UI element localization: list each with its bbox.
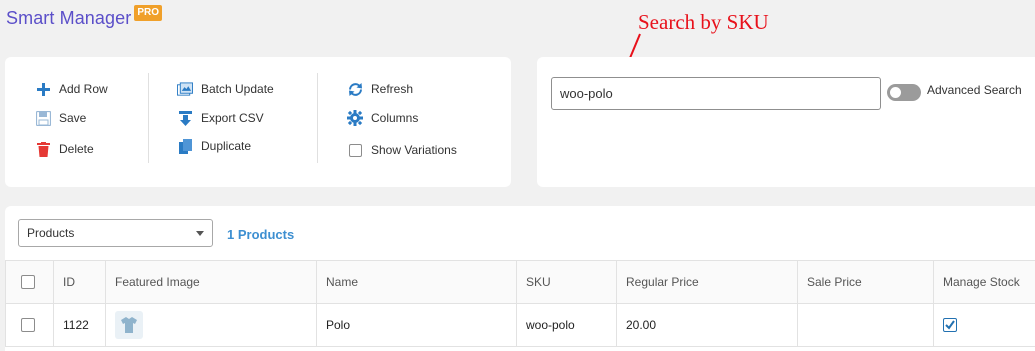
- export-csv-label: Export CSV: [201, 111, 264, 125]
- column-header-sku[interactable]: SKU: [516, 260, 617, 304]
- toolbar-panel: Add Row Save Delete Batch Update Export …: [5, 57, 511, 187]
- add-row-button[interactable]: Add Row: [35, 81, 108, 97]
- pro-badge: PRO: [134, 5, 163, 21]
- columns-label: Columns: [371, 111, 419, 125]
- duplicate-label: Duplicate: [201, 139, 252, 153]
- advanced-search-label: Advanced Search: [927, 83, 1022, 97]
- save-icon: [35, 110, 51, 126]
- product-thumbnail[interactable]: [115, 311, 143, 339]
- cell-name[interactable]: Polo: [316, 303, 517, 347]
- show-variations-label: Show Variations: [371, 143, 457, 157]
- column-header-featured-image[interactable]: Featured Image: [105, 260, 317, 304]
- duplicate-button[interactable]: Duplicate: [177, 138, 251, 154]
- dashboard-select-value: Products: [27, 226, 75, 240]
- refresh-button[interactable]: Refresh: [347, 81, 413, 97]
- refresh-label: Refresh: [371, 82, 414, 96]
- grid-panel: Products 1 Products ID Featured Image Na…: [5, 206, 1035, 351]
- dashboard-select[interactable]: Products: [18, 219, 213, 247]
- column-header-regular-price[interactable]: Regular Price: [616, 260, 798, 304]
- row-select-checkbox[interactable]: [21, 318, 35, 333]
- divider: [317, 73, 318, 163]
- columns-button[interactable]: Columns: [347, 110, 418, 126]
- search-input[interactable]: [551, 77, 881, 110]
- save-button[interactable]: Save: [35, 110, 86, 126]
- trash-icon: [35, 141, 51, 157]
- cell-regular-price[interactable]: 20.00: [616, 303, 798, 347]
- duplicate-icon: [177, 138, 193, 154]
- products-table: ID Featured Image Name SKU Regular Price…: [5, 260, 1035, 347]
- annotation-label: Search by SKU: [638, 10, 769, 34]
- column-header-sale-price[interactable]: Sale Price: [797, 260, 934, 304]
- show-variations-checkbox[interactable]: Show Variations: [347, 142, 457, 158]
- cell-sale-price[interactable]: [797, 303, 934, 347]
- chevron-down-icon: [196, 231, 204, 236]
- batch-update-label: Batch Update: [201, 82, 274, 96]
- tshirt-icon: [121, 317, 137, 333]
- table-header-row: ID Featured Image Name SKU Regular Price…: [5, 260, 1035, 304]
- select-all-cell: [5, 260, 54, 304]
- export-icon: [177, 110, 193, 126]
- gear-icon: [347, 110, 363, 126]
- app-header: Smart Manager PRO: [6, 5, 163, 29]
- column-header-name[interactable]: Name: [316, 260, 517, 304]
- add-row-label: Add Row: [59, 82, 108, 96]
- cell-id[interactable]: 1122: [53, 303, 106, 347]
- export-csv-button[interactable]: Export CSV: [177, 110, 264, 126]
- column-header-manage-stock[interactable]: Manage Stock: [933, 260, 1035, 304]
- table-row: 1122 Polo woo-polo 20.00: [5, 303, 1035, 347]
- search-panel: Advanced Search: [537, 57, 1035, 187]
- cell-sku[interactable]: woo-polo: [516, 303, 617, 347]
- batch-update-icon: [177, 81, 193, 97]
- cell-manage-stock[interactable]: [933, 303, 1035, 347]
- batch-update-button[interactable]: Batch Update: [177, 81, 274, 97]
- column-header-id[interactable]: ID: [53, 260, 106, 304]
- select-all-checkbox[interactable]: [21, 275, 35, 290]
- advanced-search-toggle[interactable]: [887, 84, 921, 101]
- delete-button[interactable]: Delete: [35, 141, 94, 157]
- app-title: Smart Manager: [6, 8, 132, 28]
- plus-icon: [35, 81, 51, 97]
- delete-label: Delete: [59, 142, 94, 156]
- checkbox-box[interactable]: [348, 143, 362, 157]
- checkbox-frame: [347, 142, 363, 158]
- cell-featured-image[interactable]: [105, 303, 317, 347]
- manage-stock-checkbox[interactable]: [943, 318, 957, 333]
- refresh-icon: [347, 81, 363, 97]
- divider: [148, 73, 149, 163]
- row-select-cell: [5, 303, 54, 347]
- checkmark-icon: [945, 320, 955, 330]
- save-label: Save: [59, 111, 87, 125]
- record-count: 1 Products: [227, 227, 295, 242]
